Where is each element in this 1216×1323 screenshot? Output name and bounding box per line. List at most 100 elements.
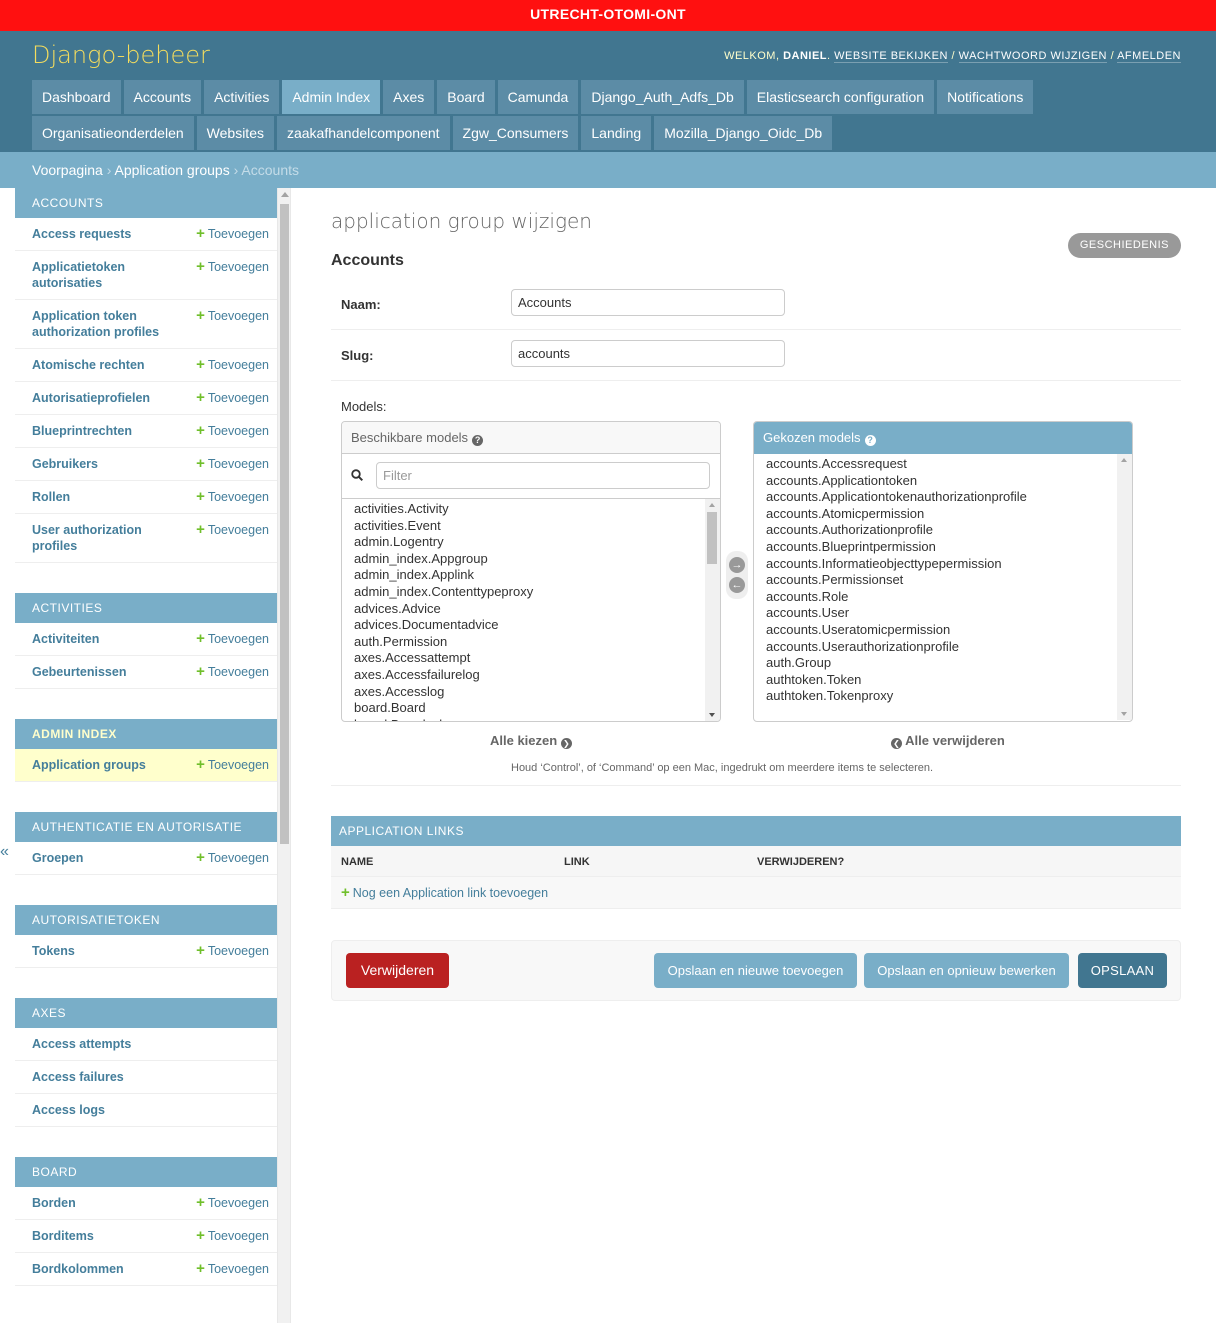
add-link[interactable]: + Toevoegen: [196, 664, 269, 680]
filter-input[interactable]: Filter: [376, 462, 710, 489]
choose-all-link[interactable]: Alle kiezen ❯: [490, 733, 572, 749]
add-link[interactable]: + Toevoegen: [196, 850, 269, 866]
nav-item-notifications[interactable]: Notifications: [937, 80, 1034, 114]
remove-arrow-icon[interactable]: ←: [729, 577, 745, 593]
sidebar-item-link[interactable]: Application groups: [32, 757, 146, 773]
model-option[interactable]: authtoken.Token: [766, 672, 1132, 689]
add-link[interactable]: + Toevoegen: [196, 631, 269, 647]
nav-item-elasticsearch-configuration[interactable]: Elasticsearch configuration: [746, 80, 935, 114]
nav-item-websites[interactable]: Websites: [196, 116, 274, 150]
model-option[interactable]: admin_index.Applink: [354, 567, 720, 584]
nav-item-organisatieonderdelen[interactable]: Organisatieonderdelen: [32, 116, 194, 150]
module-caption[interactable]: Activities: [15, 593, 277, 623]
sidebar-item-link[interactable]: Tokens: [32, 943, 75, 959]
model-option[interactable]: board.Board: [354, 700, 720, 717]
model-option[interactable]: accounts.User: [766, 605, 1132, 622]
sidebar-item-link[interactable]: Groepen: [32, 850, 83, 866]
save-and-continue-button[interactable]: Opslaan en opnieuw bewerken: [864, 953, 1069, 988]
nav-item-camunda[interactable]: Camunda: [497, 80, 579, 114]
site-brand[interactable]: Django-beheer: [32, 41, 210, 69]
model-option[interactable]: admin_index.Contenttypeproxy: [354, 584, 720, 601]
add-link[interactable]: + Toevoegen: [196, 943, 269, 959]
nav-item-mozilla-django-oidc-db[interactable]: Mozilla_Django_Oidc_Db: [654, 116, 833, 150]
scroll-down-arrow[interactable]: [1121, 712, 1127, 716]
sidebar-item-link[interactable]: Gebeurtenissen: [32, 664, 126, 680]
model-option[interactable]: auth.Permission: [354, 634, 720, 651]
scroll-down-arrow[interactable]: [709, 713, 715, 717]
model-option[interactable]: axes.Accessattempt: [354, 650, 720, 667]
module-caption[interactable]: Autorisatietoken: [15, 905, 277, 935]
available-models-list[interactable]: activities.Activity activities.Event admin…: [342, 499, 720, 721]
nav-item-accounts[interactable]: Accounts: [123, 80, 202, 114]
add-link[interactable]: + Toevoegen: [196, 390, 269, 406]
scrollbar-thumb[interactable]: [707, 512, 717, 564]
list-scrollbar[interactable]: [705, 499, 720, 721]
module-caption[interactable]: Axes: [15, 998, 277, 1028]
nav-item-axes[interactable]: Axes: [383, 80, 435, 114]
model-option[interactable]: advices.Advice: [354, 601, 720, 618]
sidebar-item-link[interactable]: Access requests: [32, 226, 131, 242]
breadcrumb-section[interactable]: Application groups: [115, 162, 230, 178]
scroll-up-arrow[interactable]: [709, 503, 715, 507]
add-link[interactable]: + Toevoegen: [196, 1261, 269, 1277]
model-option[interactable]: axes.Accessfailurelog: [354, 667, 720, 684]
add-link[interactable]: + Toevoegen: [196, 357, 269, 373]
add-link[interactable]: + Toevoegen: [196, 1228, 269, 1244]
model-option[interactable]: axes.Accesslog: [354, 684, 720, 701]
model-option[interactable]: accounts.Useratomicpermission: [766, 622, 1132, 639]
model-option[interactable]: admin_index.Appgroup: [354, 551, 720, 568]
module-caption[interactable]: Board: [15, 1157, 277, 1187]
sidebar-item-link[interactable]: Access attempts: [32, 1036, 131, 1052]
scrollbar-thumb[interactable]: [280, 204, 289, 844]
sidebar-item-link[interactable]: Activiteiten: [32, 631, 99, 647]
add-link[interactable]: + Toevoegen: [196, 423, 269, 439]
add-link[interactable]: + Toevoegen: [196, 226, 269, 242]
choose-arrow-icon[interactable]: →: [729, 557, 745, 573]
model-option[interactable]: advices.Documentadvice: [354, 617, 720, 634]
add-link[interactable]: + Toevoegen: [196, 456, 269, 472]
logout-link[interactable]: AFMELDEN: [1117, 50, 1181, 63]
add-link[interactable]: + Toevoegen: [196, 489, 269, 505]
model-option[interactable]: authtoken.Tokenproxy: [766, 688, 1132, 705]
save-button[interactable]: OPSLAAN: [1078, 953, 1167, 988]
model-option[interactable]: accounts.Informatieobjecttypepermission: [766, 556, 1132, 573]
add-link[interactable]: + Toevoegen: [196, 259, 269, 275]
sidebar-item-link[interactable]: Rollen: [32, 489, 70, 505]
add-inline-link[interactable]: + Nog een Application link toevoegen: [331, 877, 1181, 909]
module-caption[interactable]: Admin Index: [15, 719, 277, 749]
sidebar-item-link[interactable]: Borden: [32, 1195, 76, 1211]
model-option[interactable]: admin.Logentry: [354, 534, 720, 551]
change-password-link[interactable]: WACHTWOORD WIJZIGEN: [958, 50, 1108, 63]
model-option[interactable]: accounts.Permissionset: [766, 572, 1132, 589]
view-site-link[interactable]: WEBSITE BEKIJKEN: [834, 50, 948, 63]
sidebar-scrollbar[interactable]: [277, 188, 291, 1323]
model-option[interactable]: accounts.Applicationtoken: [766, 473, 1132, 490]
add-link[interactable]: + Toevoegen: [196, 308, 269, 324]
help-icon[interactable]: ?: [864, 435, 876, 446]
model-option[interactable]: accounts.Role: [766, 589, 1132, 606]
model-option[interactable]: accounts.Atomicpermission: [766, 506, 1132, 523]
add-link[interactable]: + Toevoegen: [196, 522, 269, 538]
sidebar-item-link[interactable]: Access logs: [32, 1102, 105, 1118]
model-option[interactable]: accounts.Accessrequest: [766, 456, 1132, 473]
nav-item-zaakafhandelcomponent[interactable]: zaakafhandelcomponent: [276, 116, 450, 150]
sidebar-collapse-toggle[interactable]: «: [0, 843, 9, 861]
scroll-up-arrow[interactable]: [281, 192, 289, 197]
nav-item-django-auth-adfs-db[interactable]: Django_Auth_Adfs_Db: [581, 80, 744, 114]
list-scrollbar[interactable]: [1117, 454, 1132, 720]
model-option[interactable]: activities.Activity: [354, 501, 720, 518]
nav-item-landing[interactable]: Landing: [581, 116, 652, 150]
model-option[interactable]: board.Boardcolumn: [354, 717, 720, 721]
nav-item-board[interactable]: Board: [437, 80, 495, 114]
sidebar-item-link[interactable]: Atomische rechten: [32, 357, 145, 373]
sidebar-item-link[interactable]: User authorization profiles: [32, 522, 182, 554]
model-option[interactable]: accounts.Authorizationprofile: [766, 522, 1132, 539]
remove-all-link[interactable]: ❮ Alle verwijderen: [891, 733, 1005, 749]
nav-item-zgw-consumers[interactable]: Zgw_Consumers: [452, 116, 579, 150]
sidebar-item-link[interactable]: Applicatietoken autorisaties: [32, 259, 182, 291]
module-caption[interactable]: Authenticatie en autorisatie: [15, 812, 277, 842]
model-option[interactable]: auth.Group: [766, 655, 1132, 672]
sidebar-item-link[interactable]: Application token authorization profiles: [32, 308, 182, 340]
history-button[interactable]: GESCHIEDENIS: [1067, 233, 1181, 258]
model-option[interactable]: accounts.Applicationtokenauthorizationpr…: [766, 489, 1132, 506]
